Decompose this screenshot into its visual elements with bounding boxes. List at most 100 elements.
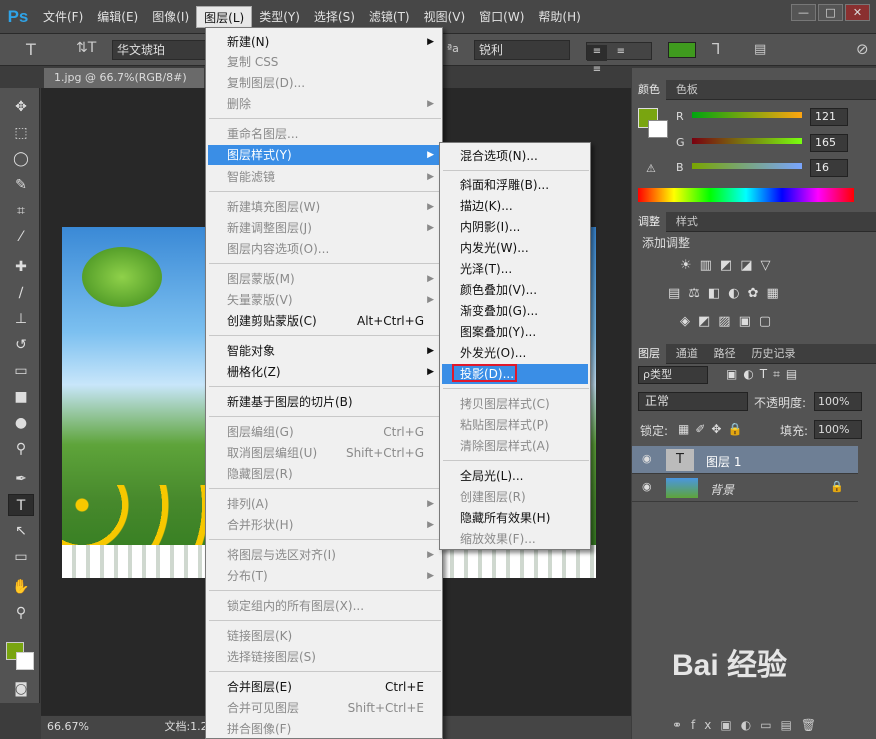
menu-item-distribute[interactable]: 分布(T) ▶ [208, 566, 440, 586]
history-brush-tool-icon[interactable]: ↺ [8, 334, 34, 356]
menu-item-hide-layers[interactable]: 隐藏图层(R) [208, 464, 440, 484]
r-slider[interactable] [692, 112, 802, 118]
menu-item-align-to-selection[interactable]: 将图层与选区对齐(I) ▶ [208, 545, 440, 565]
menu-item-arrange[interactable]: 排列(A) ▶ [208, 494, 440, 514]
layer-row-background[interactable]: ◉ 背景 🔒 [632, 474, 858, 502]
dodge-tool-icon[interactable]: ⚲ [8, 438, 34, 460]
tab-channels[interactable]: 通道 [670, 344, 704, 364]
menu-item-inner-shadow[interactable]: 内阴影(I)... [442, 217, 588, 237]
menu-item-group-layers[interactable]: 图层编组(G) Ctrl+G [208, 422, 440, 442]
menu-layer[interactable]: 图层(L) [196, 5, 253, 28]
menu-item-vector-mask[interactable]: 矢量蒙版(V) ▶ [208, 290, 440, 310]
tab-swatches[interactable]: 色板 [670, 80, 704, 100]
menu-item-smart-object[interactable]: 智能对象 ▶ [208, 341, 440, 361]
layer-filter-select[interactable]: ρ类型 [638, 366, 708, 384]
layer-bottom-icons[interactable]: ⚭fx▣◐▭▤🗑 [672, 718, 825, 732]
menu-item-merge-layers[interactable]: 合并图层(E) Ctrl+E [208, 677, 440, 697]
zoom-level[interactable]: 66.67% [47, 720, 89, 733]
quick-mask-icon[interactable]: ◙ [8, 678, 34, 700]
quick-select-tool-icon[interactable]: ✎ [8, 174, 34, 196]
layer-filter-icons[interactable]: ▣◐T⌗▤ [726, 367, 803, 382]
menu-item-smart-filter[interactable]: 智能滤镜 ▶ [208, 167, 440, 187]
align-right-icon[interactable]: ≡ [587, 64, 607, 75]
color-bg-swatch[interactable] [648, 120, 668, 138]
menu-item-create-clipping-mask[interactable]: 创建剪贴蒙版(C) Alt+Ctrl+G [208, 311, 440, 331]
crop-tool-icon[interactable]: ⌗ [8, 200, 34, 222]
adjustment-icons-row2[interactable]: ▤⚖◧◐✿▦ [668, 286, 787, 301]
g-value[interactable]: 165 [810, 134, 848, 152]
align-buttons[interactable]: ≡ ≡ ≡ [586, 42, 652, 75]
antialias-select[interactable]: 锐利 [474, 40, 570, 60]
menu-item-pattern-overlay[interactable]: 图案叠加(Y)... [442, 322, 588, 342]
menu-item-scale-effects[interactable]: 缩放效果(F)... [442, 529, 588, 549]
menu-item-new-adjustment-layer[interactable]: 新建调整图层(J) ▶ [208, 218, 440, 238]
menu-item-hide-all-effects[interactable]: 隐藏所有效果(H) [442, 508, 588, 528]
menu-item-link-layers[interactable]: 链接图层(K) [208, 626, 440, 646]
menu-item-merge-visible[interactable]: 合并可见图层 Shift+Ctrl+E [208, 698, 440, 718]
menu-item-clear-layer-style[interactable]: 清除图层样式(A) [442, 436, 588, 456]
warp-text-icon[interactable]: Ꞁ [712, 40, 720, 58]
color-spectrum[interactable] [638, 188, 854, 202]
type-tool-icon[interactable]: T [26, 40, 36, 59]
tab-color[interactable]: 颜色 [632, 80, 666, 100]
menu-item-duplicate-layer[interactable]: 复制图层(D)... [208, 73, 440, 93]
menu-edit[interactable]: 编辑(E) [90, 6, 145, 28]
menu-item-stroke[interactable]: 描边(K)... [442, 196, 588, 216]
menu-select[interactable]: 选择(S) [307, 6, 362, 28]
layer-name[interactable]: 图层 1 [706, 453, 741, 470]
menu-image[interactable]: 图像(I) [145, 6, 196, 28]
g-slider[interactable] [692, 138, 802, 144]
tab-paths[interactable]: 路径 [708, 344, 742, 364]
stamp-tool-icon[interactable]: ⊥ [8, 308, 34, 330]
menu-item-flatten-image[interactable]: 拼合图像(F) [208, 719, 440, 739]
tab-adjustments[interactable]: 调整 [632, 212, 666, 232]
menu-item-gradient-overlay[interactable]: 渐变叠加(G)... [442, 301, 588, 321]
layer-name[interactable]: 背景 [710, 481, 734, 498]
b-slider[interactable] [692, 163, 802, 169]
type-tool-icon[interactable]: T [8, 494, 34, 516]
visibility-eye-icon[interactable]: ◉ [642, 453, 656, 464]
menu-item-create-layer[interactable]: 创建图层(R) [442, 487, 588, 507]
eraser-tool-icon[interactable]: ▭ [8, 360, 34, 382]
menu-item-rename-layer[interactable]: 重命名图层... [208, 124, 440, 144]
lasso-tool-icon[interactable]: ◯ [8, 148, 34, 170]
menu-view[interactable]: 视图(V) [417, 6, 473, 28]
menu-item-copy-css[interactable]: 复制 CSS [208, 52, 440, 72]
menu-type[interactable]: 类型(Y) [252, 6, 307, 28]
menu-file[interactable]: 文件(F) [36, 6, 90, 28]
b-value[interactable]: 16 [810, 159, 848, 177]
document-tab[interactable]: 1.jpg @ 66.7%(RGB/8#) × [44, 68, 204, 104]
tab-layers[interactable]: 图层 [632, 344, 666, 364]
menu-item-new-slice[interactable]: 新建基于图层的切片(B) [208, 392, 440, 412]
menu-item-global-light[interactable]: 全局光(L)... [442, 466, 588, 486]
gradient-tool-icon[interactable]: ■ [8, 386, 34, 408]
visibility-eye-icon[interactable]: ◉ [642, 481, 656, 492]
align-left-icon[interactable]: ≡ [587, 45, 607, 61]
menu-item-inner-glow[interactable]: 内发光(W)... [442, 238, 588, 258]
layer-row-text[interactable]: ◉ T 图层 1 [632, 446, 858, 474]
blend-mode-select[interactable]: 正常 [638, 392, 748, 411]
r-value[interactable]: 121 [810, 108, 848, 126]
path-select-tool-icon[interactable]: ↖ [8, 520, 34, 542]
menu-item-new-fill-layer[interactable]: 新建填充图层(W) ▶ [208, 197, 440, 217]
eyedropper-tool-icon[interactable]: ⁄ [8, 226, 34, 248]
menu-item-layer-mask[interactable]: 图层蒙版(M) ▶ [208, 269, 440, 289]
align-center-icon[interactable]: ≡ [611, 46, 631, 57]
menu-help[interactable]: 帮助(H) [531, 6, 587, 28]
menu-item-bevel-emboss[interactable]: 斜面和浮雕(B)... [442, 175, 588, 195]
healing-tool-icon[interactable]: ✚ [8, 256, 34, 278]
zoom-tool-icon[interactable]: ⚲ [8, 602, 34, 624]
marquee-tool-icon[interactable]: ⬚ [8, 122, 34, 144]
fill-field[interactable]: 100% [814, 420, 862, 439]
toggle-orientation-icon[interactable]: ⇅T [76, 40, 96, 56]
menu-item-drop-shadow[interactable]: 投影(D)... [442, 364, 588, 384]
tab-history[interactable]: 历史记录 [745, 344, 801, 364]
opacity-field[interactable]: 100% [814, 392, 862, 411]
menu-item-color-overlay[interactable]: 颜色叠加(V)... [442, 280, 588, 300]
pen-tool-icon[interactable]: ✒ [8, 468, 34, 490]
move-tool-icon[interactable]: ✥ [8, 96, 34, 118]
gamut-warning-icon[interactable]: ⚠ [646, 162, 656, 175]
menu-item-layer-content-options[interactable]: 图层内容选项(O)... [208, 239, 440, 259]
menu-item-combine-shapes[interactable]: 合并形状(H) ▶ [208, 515, 440, 535]
menu-item-copy-layer-style[interactable]: 拷贝图层样式(C) [442, 394, 588, 414]
